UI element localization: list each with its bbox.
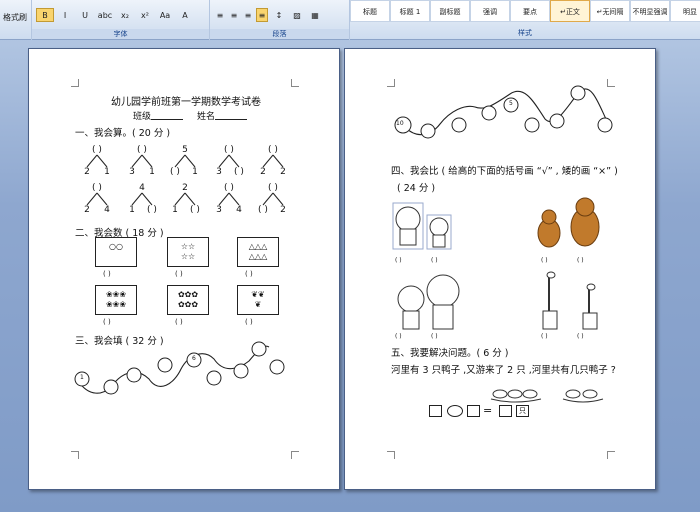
style-label: 副标题	[439, 8, 461, 16]
align-right-icon[interactable]: ≡	[242, 8, 254, 22]
unit-box: 只	[516, 405, 529, 417]
style-2[interactable]: 副标题	[430, 0, 470, 22]
section-5-heading: 五、我要解决问题。( 6 分 )	[391, 348, 509, 359]
styles-group: 标题 标题 1 副标题 强调 要点 ↵正文 ↵无间隔 不明显强调 明显 样式	[350, 0, 700, 40]
align-left-icon[interactable]: ≡	[214, 8, 226, 22]
format-painter-button[interactable]: 格式刷	[0, 10, 30, 24]
answer-box[interactable]	[429, 405, 442, 417]
equals-sign: =	[483, 404, 493, 417]
compare-answer-paren[interactable]: ( )	[395, 257, 402, 264]
operator-circle[interactable]	[447, 405, 463, 417]
compare-answer-paren[interactable]: ( )	[541, 257, 548, 264]
underline-button[interactable]: U	[76, 8, 94, 22]
subscript-button[interactable]: x₂	[116, 8, 134, 22]
paragraph-group: ≡ ≡ ≡ ≡ ↕ ▨ ▦ 段落	[210, 0, 350, 40]
style-label: 明显	[683, 8, 697, 16]
number-chain	[74, 341, 285, 395]
styles-group-label: 样式	[518, 29, 532, 37]
style-7[interactable]: 不明显强调	[630, 0, 670, 22]
compare-answer-paren[interactable]: ( )	[431, 257, 438, 264]
compare-answer-paren[interactable]: ( )	[541, 333, 548, 340]
italic-button[interactable]: I	[56, 8, 74, 22]
compare-answer-paren[interactable]: ( )	[577, 333, 584, 340]
line-spacing-icon[interactable]: ↕	[272, 8, 286, 22]
font-group: B I Uabc x₂ x² Aa A 字体	[32, 0, 210, 40]
style-3[interactable]: 强调	[470, 0, 510, 22]
word-problem: 河里有 3 只鸭子 ,又游来了 2 只 ,河里共有几只鸭子 ?	[391, 365, 616, 376]
answer-box[interactable]	[499, 405, 512, 417]
superscript-button[interactable]: x²	[136, 8, 154, 22]
style-8[interactable]: 明显	[670, 0, 700, 22]
style-label: 标题	[363, 8, 377, 16]
style-1[interactable]: 标题 1	[390, 0, 430, 22]
chain-start-number: 1	[80, 374, 84, 381]
align-center-icon[interactable]: ≡	[228, 8, 240, 22]
style-0[interactable]: 标题	[350, 0, 390, 22]
strikethrough-button[interactable]: abc	[96, 8, 114, 22]
style-label: 不明显强调	[632, 8, 668, 16]
ribbon: 格式刷 B I Uabc x₂ x² Aa A 字体 ≡ ≡ ≡ ≡ ↕ ▨ ▦ 段落 标题…	[0, 0, 700, 40]
comparison-illustrations	[392, 197, 604, 403]
justify-icon[interactable]: ≡	[256, 8, 268, 22]
change-case-button[interactable]: Aa	[156, 8, 174, 22]
style-label: 无间隔	[602, 8, 624, 16]
style-label: 标题 1	[399, 8, 421, 16]
style-4[interactable]: 要点	[510, 0, 550, 22]
font-color-button[interactable]: A	[176, 8, 194, 22]
style-label: 要点	[523, 8, 537, 16]
bold-button[interactable]: B	[36, 8, 54, 22]
font-group-label: 字体	[32, 29, 209, 39]
style-5[interactable]: ↵正文	[550, 0, 590, 22]
paragraph-group-label: 段落	[210, 29, 349, 39]
style-6[interactable]: ↵无间隔	[590, 0, 630, 22]
borders-icon[interactable]: ▦	[308, 8, 322, 22]
answer-box[interactable]	[467, 405, 480, 417]
compare-answer-paren[interactable]: ( )	[431, 333, 438, 340]
clipboard-group: 格式刷	[0, 0, 32, 40]
compare-answer-paren[interactable]: ( )	[577, 257, 584, 264]
chain-mid-number: 6	[192, 355, 196, 362]
page-2: 10 5 四、我会比 ( 给高的下面的括号画 “√” , 矮的画 “×” ) (…	[344, 48, 656, 490]
style-label: 强调	[483, 8, 497, 16]
shading-icon[interactable]: ▨	[290, 8, 304, 22]
style-label: 正文	[565, 8, 580, 16]
page-1: 幼儿园学前班第一学期数学考试卷 班级 姓名 一、我会算。( 20 分 ) ( )…	[28, 48, 340, 490]
compare-answer-paren[interactable]: ( )	[395, 333, 402, 340]
